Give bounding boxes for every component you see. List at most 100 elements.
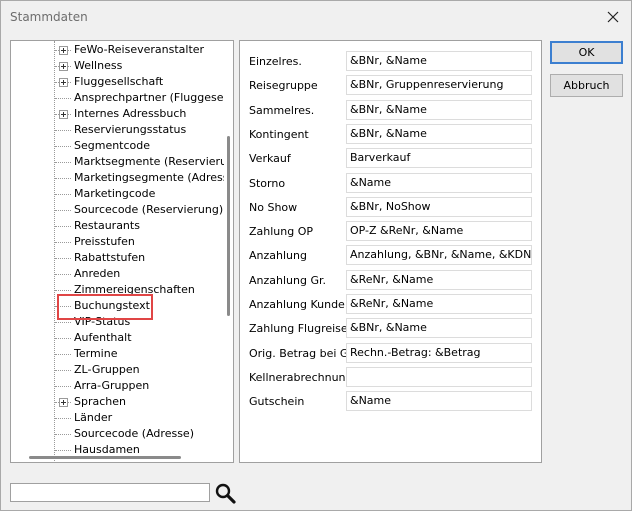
stammdaten-dialog: Stammdaten FeWo-Reiseveranstalter Wellnes… (0, 0, 632, 511)
tree-connector (55, 162, 71, 163)
field-label: Anzahlung (249, 249, 307, 263)
tree-item[interactable]: Marketingsegmente (Adresse) (11, 170, 233, 186)
field-input[interactable]: &BNr, &Name (346, 99, 532, 120)
field-input[interactable]: Anzahlung, &BNr, &Name, &KDNR (346, 245, 532, 266)
category-tree[interactable]: FeWo-Reiseveranstalter Wellness Fluggesell… (10, 40, 234, 463)
tree-item[interactable]: Anreden (11, 266, 223, 282)
tree-item-label: Termine (74, 347, 118, 360)
tree-connector (55, 386, 71, 387)
tree-item-label: Wellness (74, 59, 123, 72)
tree-item-label: ZL-Gruppen (74, 363, 140, 376)
tree-item[interactable]: Aufenthalt (11, 330, 223, 346)
tree-item-label: Segmentcode (74, 139, 151, 152)
field-input[interactable]: &BNr, &Name (346, 123, 532, 144)
tree-item[interactable]: Segmentcode (11, 138, 223, 154)
tree-item[interactable]: Preisstufen (11, 234, 223, 250)
tree-item-label: Arra-Gruppen (74, 379, 150, 392)
tree-item-label: Marketingsegmente (Adresse) (74, 171, 234, 184)
tree-item[interactable]: Termine (11, 346, 223, 362)
title-bar: Stammdaten (1, 1, 631, 33)
tree-item-label: Sprachen (74, 395, 126, 408)
field-input[interactable]: &BNr, NoShow (346, 196, 532, 217)
field-label: Sammelres. (249, 103, 315, 117)
tree-connector (55, 354, 71, 355)
tree-item-label: Marketingcode (74, 187, 156, 200)
scrollbar-thumb[interactable] (227, 136, 230, 316)
tree-item-label: Länder (74, 411, 113, 424)
search-icon[interactable] (213, 481, 237, 505)
field-input[interactable]: OP-Z &ReNr, &Name (346, 221, 532, 242)
tree-item[interactable]: Reservierungsstatus (11, 122, 223, 138)
field-input[interactable]: &Name (346, 391, 532, 412)
tree-item[interactable]: Rabattstufen (11, 250, 223, 266)
field-label: Einzelres. (249, 55, 302, 68)
field-input[interactable]: &ReNr, &Name (346, 269, 532, 290)
expand-plus-icon[interactable] (59, 62, 68, 71)
field-label: Orig. Betrag bei GH (249, 346, 357, 360)
tree-item-label: Internes Adressbuch (74, 107, 187, 120)
tree-connector (55, 226, 71, 227)
tree-item[interactable]: Restaurants (11, 218, 223, 234)
tree-item[interactable]: Marktsegmente (Reservierun (11, 154, 233, 170)
tree-item-label: Aufenthalt (74, 331, 132, 344)
field-label: Verkauf (249, 152, 291, 166)
tree-item-label: Sourcecode (Reservierung) (74, 203, 224, 216)
tree-item[interactable]: Arra-Gruppen (11, 378, 223, 394)
field-input[interactable]: &BNr, &Name (346, 318, 532, 339)
field-input[interactable] (346, 366, 532, 387)
field-label: Anzahlung Gr. (249, 273, 326, 287)
field-input[interactable]: Rechn.-Betrag: &Betrag (346, 342, 532, 363)
booking-text-form: Einzelres. &BNr, &Name Reisegruppe &BNr, Gr… (239, 40, 542, 463)
tree-connector (55, 450, 71, 451)
cancel-button[interactable]: Abbruch (550, 74, 623, 97)
tree-connector (55, 434, 71, 435)
tree-item-label: Marktsegmente (Reservierun (74, 155, 234, 168)
tree-item[interactable]: Wellness (11, 58, 223, 74)
tree-connector (55, 418, 71, 419)
ok-button[interactable]: OK (550, 41, 623, 64)
field-input[interactable]: &BNr, Gruppenreservierung (346, 75, 532, 96)
tree-connector (55, 370, 71, 371)
field-input[interactable]: Barverkauf (346, 148, 532, 169)
tree-item[interactable]: ZL-Gruppen (11, 362, 223, 378)
tree-item-label: Ansprechpartner (Fluggesellsc (74, 91, 234, 104)
close-icon[interactable] (603, 7, 623, 27)
window-title: Stammdaten (10, 10, 88, 24)
field-input[interactable]: &ReNr, &Name (346, 294, 532, 314)
tree-connector (55, 146, 71, 147)
tree-item-label: Sourcecode (Adresse) (74, 427, 194, 440)
tree-item[interactable]: Sourcecode (Adresse) (11, 426, 223, 442)
tree-connector (55, 130, 71, 131)
tree-item[interactable]: Ansprechpartner (Fluggesellsc (11, 90, 233, 106)
tree-item[interactable]: Sprachen (11, 394, 223, 410)
tree-vertical-scrollbar[interactable] (224, 41, 233, 462)
expand-plus-icon[interactable] (59, 78, 68, 87)
tree-item-label: Reservierungsstatus (74, 123, 187, 136)
field-label: Kontingent (249, 127, 309, 141)
tree-item[interactable]: Internes Adressbuch (11, 106, 223, 122)
tree-item[interactable]: Marketingcode (11, 186, 223, 202)
field-label: Storno (249, 176, 286, 190)
expand-plus-icon[interactable] (59, 398, 68, 407)
field-input[interactable]: &BNr, &Name (346, 51, 532, 71)
tree-item[interactable]: Länder (11, 410, 223, 426)
tree-connector (55, 338, 71, 339)
tree-item[interactable]: Sourcecode (Reservierung) (11, 202, 223, 218)
tree-item-label: Restaurants (74, 219, 140, 232)
field-label: No Show (249, 200, 298, 214)
field-label: Zahlung Flugreise (249, 322, 348, 336)
expand-plus-icon[interactable] (59, 46, 68, 55)
field-label: Kellnerabrechnung (249, 370, 353, 384)
search-input[interactable] (10, 483, 210, 502)
tree-item[interactable]: Fluggesellschaft (11, 74, 223, 90)
field-label: Zahlung OP (249, 225, 314, 239)
tree-item[interactable]: FeWo-Reiseveranstalter (11, 42, 223, 58)
tree-connector (55, 194, 71, 195)
tree-horizontal-scrollbar[interactable] (29, 456, 181, 459)
field-label: Anzahlung Kunde (249, 298, 345, 311)
expand-plus-icon[interactable] (59, 110, 68, 119)
selection-highlight-box (57, 294, 153, 320)
tree-item-label: Anreden (74, 267, 121, 280)
tree-connector (55, 290, 71, 291)
field-input[interactable]: &Name (346, 172, 532, 193)
